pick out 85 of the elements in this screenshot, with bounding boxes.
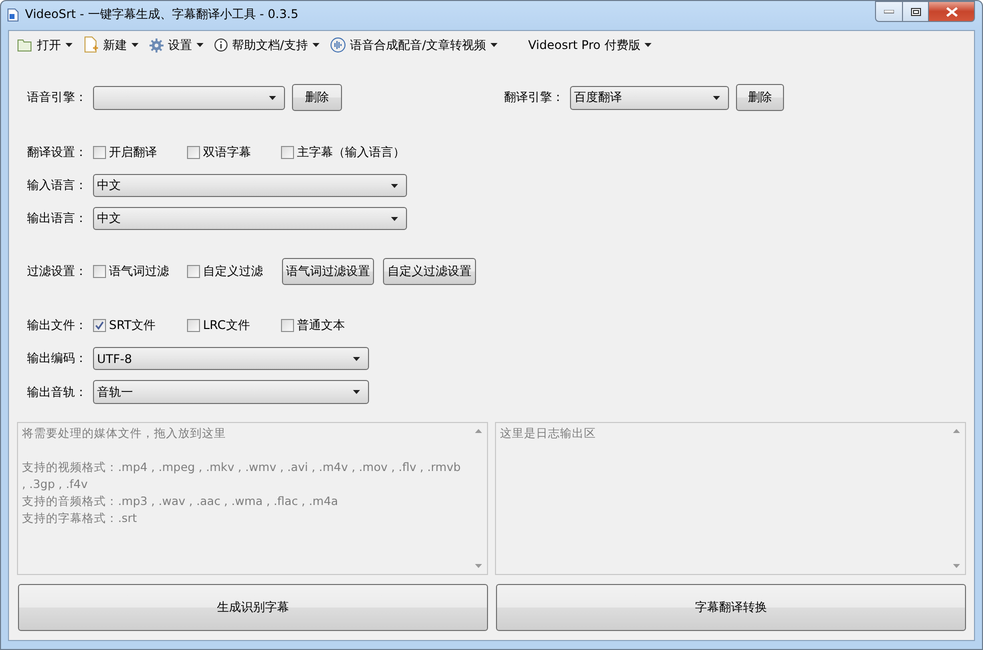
menu-label: Videosrt Pro 付费版 bbox=[528, 36, 640, 54]
field-label: 语音引擎： bbox=[27, 89, 88, 106]
action-button[interactable]: 生成识别字幕 bbox=[18, 584, 488, 631]
checkbox-label: 主字幕（输入语言） bbox=[297, 144, 405, 160]
scroll-down-icon[interactable] bbox=[953, 564, 960, 568]
scroll-up-icon[interactable] bbox=[953, 429, 960, 433]
checkbox[interactable] bbox=[187, 146, 200, 158]
scroll-up-icon[interactable] bbox=[475, 429, 482, 433]
checkbox-label: 双语字幕 bbox=[203, 144, 251, 160]
folder-icon bbox=[17, 38, 33, 52]
delete-button[interactable]: 删除 bbox=[736, 84, 784, 111]
window-title: VideoSrt - 一键字幕生成、字幕翻译小工具 - 0.3.5 bbox=[25, 6, 298, 23]
maximize-icon bbox=[910, 8, 920, 16]
menu-item[interactable]: 帮助文档/支持 bbox=[209, 36, 326, 54]
checkbox-label: SRT文件 bbox=[109, 316, 156, 334]
caret-icon bbox=[131, 43, 139, 47]
checkbox[interactable] bbox=[187, 265, 200, 278]
caret-icon bbox=[196, 43, 204, 47]
info-icon bbox=[214, 38, 228, 52]
field-label: 输出文件： bbox=[27, 316, 88, 334]
checkbox[interactable] bbox=[93, 265, 106, 278]
checkbox[interactable] bbox=[93, 318, 106, 332]
close-button[interactable] bbox=[929, 1, 975, 22]
menu-item[interactable]: 语音合成配音/文章转视频 bbox=[325, 36, 504, 54]
hint-text: 支持的视频格式：.mp4 , .mpeg , .mkv , .wmv , .avi , .m4v , .mov , .flv , .rmvb , .3gp , .f4v bbox=[22, 459, 462, 493]
field-label: 输入语言： bbox=[27, 177, 88, 194]
menu-item[interactable]: 打开 bbox=[12, 36, 78, 54]
field-label: 输出音轨： bbox=[27, 384, 88, 400]
scroll-down-icon[interactable] bbox=[475, 564, 482, 568]
dropdown[interactable] bbox=[93, 86, 285, 110]
caret-icon bbox=[312, 43, 320, 47]
field-label: 过滤设置： bbox=[27, 263, 88, 280]
filter-settings-button[interactable]: 自定义过滤设置 bbox=[383, 258, 476, 285]
filter-settings-button[interactable]: 语气词过滤设置 bbox=[282, 258, 374, 285]
caret-icon bbox=[269, 96, 276, 100]
field-label: 翻译引擎： bbox=[504, 89, 565, 106]
checkbox[interactable] bbox=[281, 318, 294, 332]
dropdown[interactable]: 中文 bbox=[93, 207, 407, 230]
menu-label: 帮助文档/支持 bbox=[232, 36, 308, 54]
maximize-button[interactable] bbox=[903, 1, 929, 22]
caret-icon bbox=[490, 43, 498, 47]
menu-label: 设置 bbox=[168, 36, 192, 54]
caret-icon bbox=[391, 216, 398, 220]
caret-icon bbox=[65, 43, 73, 47]
caret-icon bbox=[391, 184, 398, 188]
field-label: 翻译设置： bbox=[27, 144, 88, 160]
menu-label: 语音合成配音/文章转视频 bbox=[350, 36, 486, 54]
log-output-area[interactable]: 这里是日志输出区 bbox=[495, 422, 966, 575]
hint-text: 支持的字幕格式：.srt bbox=[22, 510, 138, 527]
sound-wave-icon bbox=[330, 37, 346, 53]
checkbox-label: 自定义过滤 bbox=[203, 263, 263, 280]
menu-label: 打开 bbox=[37, 36, 61, 54]
hint-text: 这里是日志输出区 bbox=[500, 425, 597, 442]
media-drop-area[interactable]: 将需要处理的媒体文件，拖入放到这里 支持的视频格式：.mp4 , .mpeg , .mkv , .wmv , .avi , .m4v , .mov , .flv , .rmvb , .3gp , .f4v 支持的音频格式：.mp3 , .wav , .aac , .wma , .flac , .m4a 支持的字幕格式：.srt bbox=[17, 422, 488, 575]
delete-button[interactable]: 删除 bbox=[292, 84, 342, 111]
minimize-icon bbox=[884, 10, 894, 14]
menu-item[interactable]: Videosrt Pro 付费版 bbox=[523, 36, 658, 54]
checkbox[interactable] bbox=[93, 146, 106, 158]
new-file-icon bbox=[83, 36, 99, 54]
hint-text: 支持的音频格式：.mp3 , .wav , .aac , .wma , .flac , .m4a bbox=[22, 493, 340, 510]
checkbox-label: 普通文本 bbox=[297, 316, 345, 334]
checkbox[interactable] bbox=[187, 318, 200, 332]
menu-label: 新建 bbox=[103, 36, 127, 54]
checkbox-label: 语气词过滤 bbox=[109, 263, 169, 280]
caret-icon bbox=[644, 43, 652, 47]
dropdown[interactable]: 音轨一 bbox=[93, 380, 369, 404]
dropdown[interactable]: 中文 bbox=[93, 174, 407, 197]
app-icon bbox=[7, 8, 19, 22]
action-button[interactable]: 字幕翻译转换 bbox=[496, 584, 966, 631]
settings-icon bbox=[149, 38, 164, 52]
caret-icon bbox=[713, 96, 720, 100]
checkbox-label: LRC文件 bbox=[203, 316, 250, 334]
dropdown[interactable]: 百度翻译 bbox=[570, 86, 729, 110]
field-label: 输出语言： bbox=[27, 210, 88, 227]
field-label: 输出编码： bbox=[27, 350, 88, 367]
close-icon bbox=[946, 6, 958, 16]
minimize-button[interactable] bbox=[875, 1, 903, 22]
menu-item[interactable]: 设置 bbox=[144, 36, 209, 54]
menu-item[interactable]: 新建 bbox=[78, 36, 144, 54]
checkbox[interactable] bbox=[281, 146, 294, 158]
checkbox-label: 开启翻译 bbox=[109, 144, 157, 160]
hint-text: 将需要处理的媒体文件，拖入放到这里 bbox=[22, 425, 227, 442]
caret-icon bbox=[353, 390, 360, 394]
caret-icon bbox=[353, 356, 360, 360]
dropdown[interactable]: UTF-8 bbox=[93, 347, 369, 370]
